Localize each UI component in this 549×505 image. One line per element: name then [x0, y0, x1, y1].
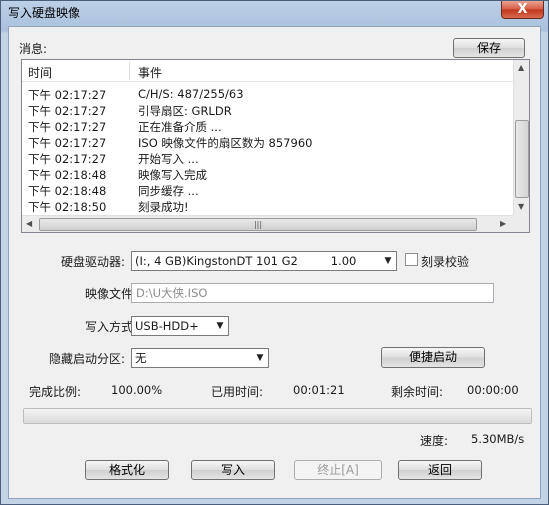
scroll-right-icon[interactable]: ▶: [500, 219, 506, 228]
log-row-event: 正在准备介质 ...: [138, 120, 222, 134]
drive-select[interactable]: (I:, 4 GB)KingstonDT 101 G2 1.00 ▼: [131, 251, 397, 271]
write-mode-value: USB-HDD+: [135, 319, 199, 333]
scroll-left-icon[interactable]: ◀: [26, 219, 32, 228]
log-row-event: ISO 映像文件的扇区数为 857960: [138, 136, 313, 150]
log-row-time: 下午 02:18:48: [28, 168, 107, 182]
horizontal-scroll-thumb[interactable]: |||: [39, 218, 477, 231]
column-time[interactable]: 时间: [28, 64, 52, 81]
verify-label[interactable]: 刻录校验: [421, 253, 469, 270]
column-divider[interactable]: [129, 62, 130, 80]
verify-checkbox[interactable]: [405, 253, 418, 266]
progress-bar: [23, 408, 532, 424]
hidden-partition-select[interactable]: 无 ▼: [131, 348, 269, 368]
log-row-event: 引导扇区: GRLDR: [138, 104, 232, 118]
ratio-label: 完成比例:: [29, 385, 82, 399]
log-row[interactable]: 下午 02:17:27 ISO 映像文件的扇区数为 857960: [22, 134, 514, 150]
log-row[interactable]: 下午 02:18:48 映像写入完成: [22, 166, 514, 182]
vertical-scroll-thumb[interactable]: [515, 120, 529, 198]
close-button[interactable]: X: [501, 1, 544, 19]
log-row[interactable]: 下午 02:18:50 刻录成功!: [22, 198, 514, 214]
log-row-time: 下午 02:17:27: [28, 104, 107, 118]
hidden-partition-value: 无: [135, 351, 147, 365]
log-row-time: 下午 02:17:27: [28, 120, 107, 134]
progress-fill: [24, 409, 531, 423]
speed-label: 速度:: [420, 434, 449, 448]
log-row-time: 下午 02:18:48: [28, 184, 107, 198]
horizontal-scrollbar[interactable]: ◀ ||| ▶: [22, 215, 514, 232]
chevron-down-icon[interactable]: ▼: [252, 349, 268, 367]
remaining-value: 00:00:00: [467, 383, 519, 397]
scroll-corner: [513, 215, 529, 232]
remaining-label: 剩余时间:: [391, 385, 444, 399]
log-header: 时间 事件: [22, 60, 514, 82]
log-row-event: 映像写入完成: [138, 168, 207, 182]
save-button[interactable]: 保存: [453, 38, 525, 58]
log-row[interactable]: 下午 02:18:48 同步缓存 ...: [22, 182, 514, 198]
log-row[interactable]: 下午 02:17:27 C/H/S: 487/255/63: [22, 86, 514, 102]
log-row-time: 下午 02:18:50: [28, 200, 107, 214]
log-label: 消息:: [19, 42, 48, 56]
elapsed-label: 已用时间:: [211, 385, 264, 399]
quick-boot-button[interactable]: 便捷启动: [381, 347, 485, 368]
drive-label: 硬盘驱动器:: [61, 255, 126, 269]
write-mode-label: 写入方式:: [85, 320, 138, 334]
stop-button[interactable]: 终止[A]: [294, 460, 382, 480]
write-button[interactable]: 写入: [191, 460, 275, 480]
scroll-up-icon[interactable]: ▲: [518, 63, 524, 72]
log-row-event: 同步缓存 ...: [138, 184, 199, 198]
hidden-partition-label: 隐藏启动分区:: [49, 352, 126, 366]
format-button[interactable]: 格式化: [85, 460, 169, 480]
dialog-client-area: 消息: 保存 时间 事件 下午 02:17:27 C/H/S: 487/255/6…: [8, 26, 541, 499]
write-disk-image-window: 写入硬盘映像 X 消息: 保存 时间 事件 下午 02:17:27 C/H/S: …: [0, 0, 549, 505]
log-row[interactable]: 下午 02:17:27 开始写入 ...: [22, 150, 514, 166]
log-row-event: 开始写入 ...: [138, 152, 199, 166]
scroll-down-icon[interactable]: ▼: [518, 202, 524, 211]
log-row-time: 下午 02:17:27: [28, 152, 107, 166]
log-row[interactable]: 下午 02:17:27 正在准备介质 ...: [22, 118, 514, 134]
log-row-time: 下午 02:17:27: [28, 88, 107, 102]
vertical-scrollbar[interactable]: ▲ ▼: [513, 60, 529, 215]
log-row-event: C/H/S: 487/255/63: [138, 87, 244, 101]
image-file-field[interactable]: D:\U大侠.ISO: [131, 283, 494, 303]
window-title: 写入硬盘映像: [8, 6, 81, 20]
title-bar[interactable]: 写入硬盘映像 X: [1, 1, 548, 23]
image-file-label: 映像文件:: [85, 287, 138, 301]
drive-select-value: (I:, 4 GB)KingstonDT 101 G2 1.00: [135, 254, 357, 268]
column-event[interactable]: 事件: [138, 64, 162, 81]
log-row-event: 刻录成功!: [138, 200, 189, 214]
ratio-value: 100.00%: [111, 383, 163, 397]
chevron-down-icon[interactable]: ▼: [212, 317, 228, 335]
speed-value: 5.30MB/s: [471, 432, 525, 446]
log-row[interactable]: 下午 02:17:27 引导扇区: GRLDR: [22, 102, 514, 118]
log-list[interactable]: 时间 事件 下午 02:17:27 C/H/S: 487/255/63 下午 02:…: [21, 59, 530, 233]
log-row-time: 下午 02:17:27: [28, 136, 107, 150]
back-button[interactable]: 返回: [398, 460, 482, 480]
elapsed-value: 00:01:21: [293, 383, 345, 397]
chevron-down-icon[interactable]: ▼: [380, 252, 396, 270]
write-mode-select[interactable]: USB-HDD+ ▼: [131, 316, 229, 336]
